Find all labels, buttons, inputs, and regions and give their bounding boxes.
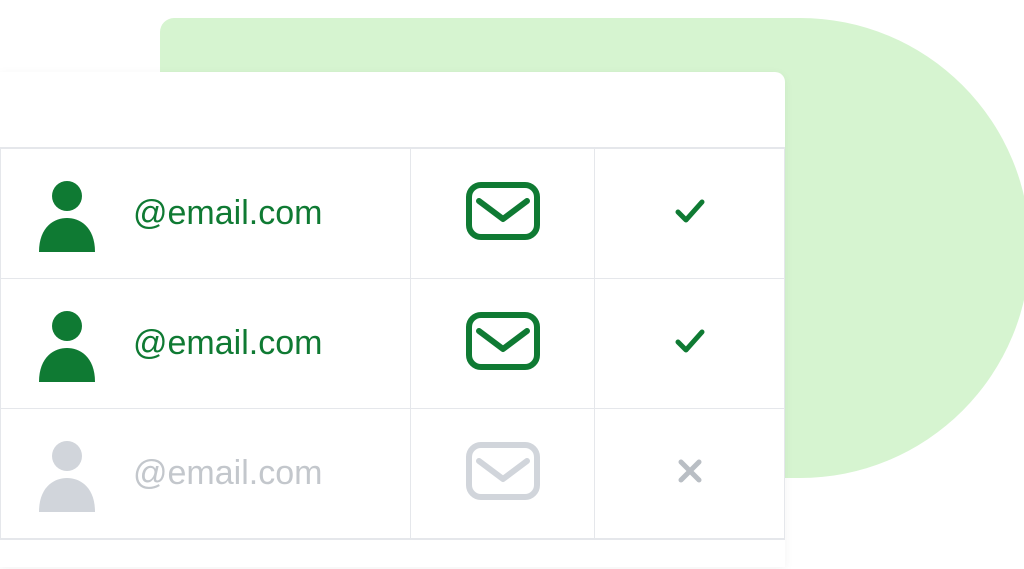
email-table: @email.com [0, 148, 785, 539]
email-text: @email.com [133, 194, 322, 233]
check-icon [672, 216, 708, 233]
person-icon [29, 436, 105, 512]
person-icon [29, 306, 105, 382]
envelope-icon [465, 441, 541, 501]
table-row[interactable]: @email.com [1, 149, 785, 279]
email-text: @email.com [133, 324, 322, 363]
card-header-space [0, 72, 785, 148]
cross-icon [672, 476, 708, 493]
table-row: @email.com [1, 409, 785, 539]
envelope-icon[interactable] [465, 181, 541, 241]
person-icon [29, 176, 105, 252]
email-list-card: @email.com [0, 72, 785, 567]
email-text: @email.com [133, 454, 322, 493]
envelope-icon[interactable] [465, 311, 541, 371]
check-icon [672, 346, 708, 363]
table-continuation-strip [0, 539, 785, 567]
table-row[interactable]: @email.com [1, 279, 785, 409]
